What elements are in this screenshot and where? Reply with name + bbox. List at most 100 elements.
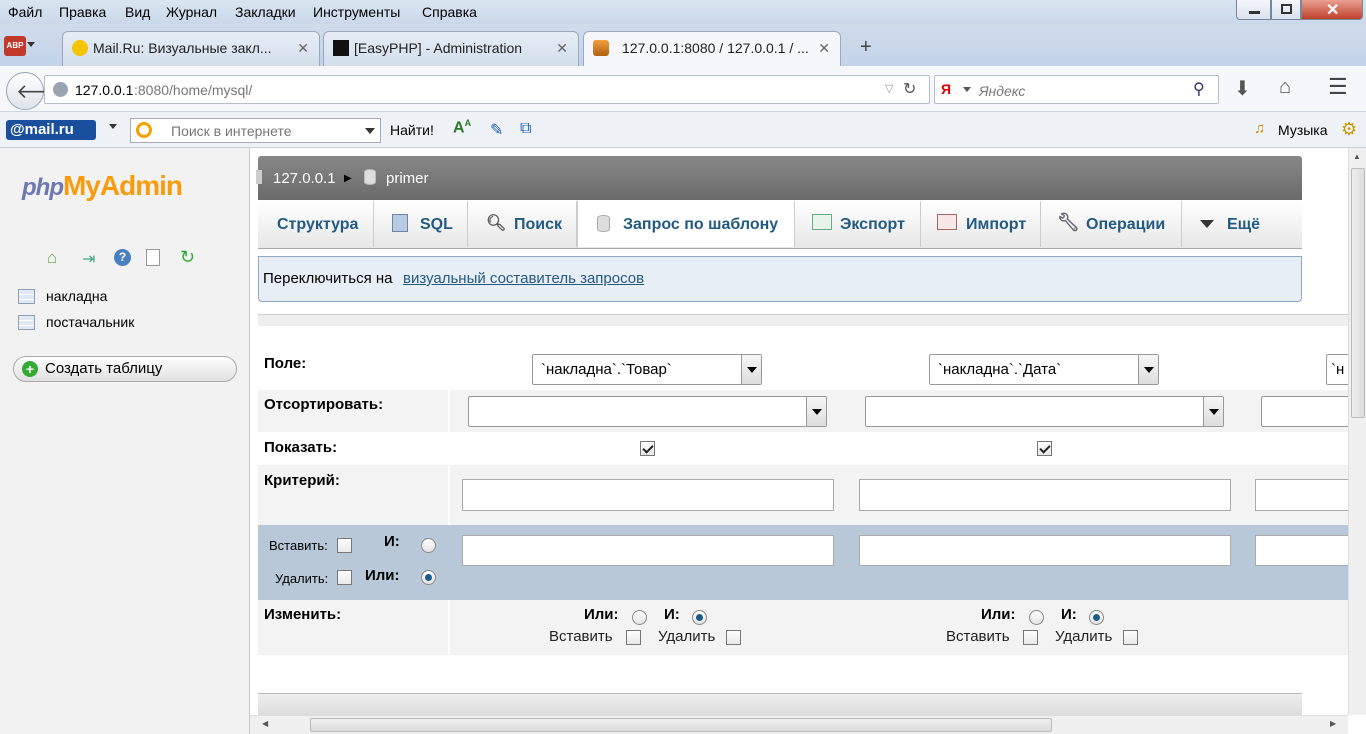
criteria-input-2[interactable] <box>859 479 1231 511</box>
reload-icon[interactable]: ↻ <box>180 247 195 268</box>
tab-export[interactable]: Экспорт <box>795 201 921 247</box>
scroll-right-icon[interactable]: ▶ <box>1330 719 1336 728</box>
menu-history[interactable]: Журнал <box>166 4 217 20</box>
menu-file[interactable]: Файл <box>8 4 42 20</box>
font-size-icon[interactable]: AA <box>453 118 471 137</box>
menu-tools[interactable]: Инструменты <box>313 4 400 20</box>
adblock-icon[interactable]: ABP <box>4 36 26 56</box>
download-icon[interactable]: ⬇ <box>1234 76 1251 101</box>
select-value: `накладна`.`Товар` <box>541 361 672 378</box>
menu-edit[interactable]: Правка <box>59 4 106 20</box>
table-icon <box>18 289 35 304</box>
delete-row-checkbox[interactable] <box>337 570 352 585</box>
dropdown-icon[interactable]: ▽ <box>885 82 893 95</box>
create-table-button[interactable]: + Создать таблицу <box>13 356 237 382</box>
chevron-down-icon[interactable] <box>963 87 971 92</box>
criteria-input-3[interactable] <box>1255 479 1348 511</box>
mailru-logo[interactable]: @mail.ru <box>6 120 96 140</box>
search-bar[interactable]: Я Яндекс ⚲ <box>934 75 1219 104</box>
home-icon[interactable]: ⌂ <box>47 248 57 268</box>
menu-help[interactable]: Справка <box>422 4 477 20</box>
sort-select-3[interactable] <box>1261 396 1348 427</box>
menu-view[interactable]: Вид <box>125 4 150 20</box>
tab-import[interactable]: Импорт <box>921 201 1041 247</box>
field-select-3[interactable]: `н <box>1326 354 1348 385</box>
maximize-button[interactable] <box>1271 0 1301 20</box>
main-content: 127.0.0.1 ▶ primer Структура SQL 🔍︎ Поис… <box>250 148 1348 715</box>
tab-structure[interactable]: Структура <box>258 201 374 247</box>
tab-operations[interactable]: 🔧︎ Операции <box>1041 201 1182 247</box>
highlight-pen-icon[interactable]: ✎ <box>490 120 503 140</box>
search-icon[interactable]: ⚲ <box>1193 79 1205 99</box>
chevron-down-icon[interactable] <box>365 128 375 134</box>
visual-query-builder-link[interactable]: визуальный составитель запросов <box>403 270 644 287</box>
insert-col-checkbox-2[interactable] <box>1023 630 1038 645</box>
browser-tab-mailru[interactable]: Mail.Ru: Визуальные закл... ✕ <box>62 31 320 66</box>
field-select-2[interactable]: `накладна`.`Дата` <box>929 354 1159 385</box>
close-window-button[interactable]: ✕ <box>1301 0 1363 20</box>
insert-col-checkbox-1[interactable] <box>626 630 641 645</box>
modify-or-radio-1[interactable] <box>632 610 647 625</box>
separator <box>258 314 1348 326</box>
scroll-left-icon[interactable]: ◀ <box>262 719 268 728</box>
close-tab-icon[interactable]: ✕ <box>556 40 568 57</box>
criteria-input-1[interactable] <box>462 479 834 511</box>
find-button[interactable]: Найти! <box>390 122 434 138</box>
breadcrumb-database[interactable]: primer <box>386 170 429 187</box>
docs-icon[interactable] <box>146 249 160 266</box>
home-icon[interactable]: ⌂ <box>1279 76 1291 99</box>
internet-search-input[interactable]: Поиск в интернете <box>130 118 381 143</box>
sidebar-item-nakladna[interactable]: накладна <box>18 288 218 308</box>
browser-tab-easyphp[interactable]: [EasyPHP] - Administration ✕ <box>323 31 579 66</box>
sort-select-1[interactable] <box>468 396 827 427</box>
scroll-up-icon[interactable]: ▲ <box>1353 152 1361 161</box>
tab-query-by-example[interactable]: Запрос по шаблону <box>577 201 795 247</box>
delete-col-label: Удалить <box>1055 628 1113 645</box>
scroll-thumb[interactable] <box>310 718 1052 732</box>
horizontal-scrollbar[interactable]: ◀ ▶ <box>250 715 1348 734</box>
modify-or-radio-2[interactable] <box>1029 610 1044 625</box>
menu-icon[interactable]: ☰ <box>1328 74 1348 100</box>
delete-col-checkbox-2[interactable] <box>1123 630 1138 645</box>
tab-sql[interactable]: SQL <box>374 201 468 247</box>
phpmyadmin-logo[interactable]: phpMyAdmin <box>22 170 183 202</box>
new-tab-button[interactable]: + <box>860 36 872 59</box>
logout-icon[interactable]: ⇥ <box>82 249 95 269</box>
mail-toolbar: @mail.ru Поиск в интернете Найти! AA ✎ ⧉… <box>0 112 1366 148</box>
field-select-1[interactable]: `накладна`.`Товар` <box>532 354 762 385</box>
delete-col-checkbox-1[interactable] <box>726 630 741 645</box>
close-tab-icon[interactable]: ✕ <box>297 40 309 57</box>
menu-bookmarks[interactable]: Закладки <box>235 4 296 20</box>
sidebar-item-postachalnik[interactable]: постачальник <box>18 314 218 334</box>
tab-more[interactable]: Ещё <box>1182 201 1302 247</box>
breadcrumb-server[interactable]: 127.0.0.1 <box>273 170 336 187</box>
gear-icon[interactable]: ⚙ <box>1341 119 1357 140</box>
music-button[interactable]: Музыка <box>1278 122 1328 138</box>
minimize-button[interactable] <box>1236 0 1271 20</box>
or-radio[interactable] <box>421 570 436 585</box>
and-radio[interactable] <box>421 538 436 553</box>
back-button[interactable]: 🡐 <box>6 72 70 110</box>
reload-icon[interactable]: ↻ <box>903 79 916 99</box>
chevron-down-icon <box>1200 220 1214 228</box>
or-criteria-input-2[interactable] <box>859 535 1231 566</box>
or-criteria-input-3[interactable] <box>1255 535 1348 566</box>
chevron-down-icon[interactable] <box>27 42 35 47</box>
screenshot-icon[interactable]: ⧉ <box>520 120 531 138</box>
insert-row-checkbox[interactable] <box>337 538 352 553</box>
or-criteria-input-1[interactable] <box>462 535 834 566</box>
help-icon[interactable]: ? <box>114 249 131 266</box>
vertical-scrollbar[interactable]: ▲ <box>1348 148 1366 715</box>
browser-tab-phpmyadmin[interactable]: 127.0.0.1:8080 / 127.0.0.1 / ... ✕ <box>583 31 841 66</box>
show-checkbox-2[interactable] <box>1037 441 1052 456</box>
url-bar[interactable]: 127.0.0.1 :8080/home/mysql/ ▽ ↻ <box>44 75 930 104</box>
modify-and-radio-2[interactable] <box>1089 610 1104 625</box>
sort-select-2[interactable] <box>865 396 1224 427</box>
tab-search[interactable]: 🔍︎ Поиск <box>468 201 577 247</box>
chevron-down-icon[interactable] <box>109 124 117 129</box>
show-checkbox-1[interactable] <box>640 441 655 456</box>
logo-php: php <box>22 174 64 201</box>
close-tab-icon[interactable]: ✕ <box>818 40 830 57</box>
modify-and-radio-1[interactable] <box>692 610 707 625</box>
scroll-thumb[interactable] <box>1351 168 1365 418</box>
